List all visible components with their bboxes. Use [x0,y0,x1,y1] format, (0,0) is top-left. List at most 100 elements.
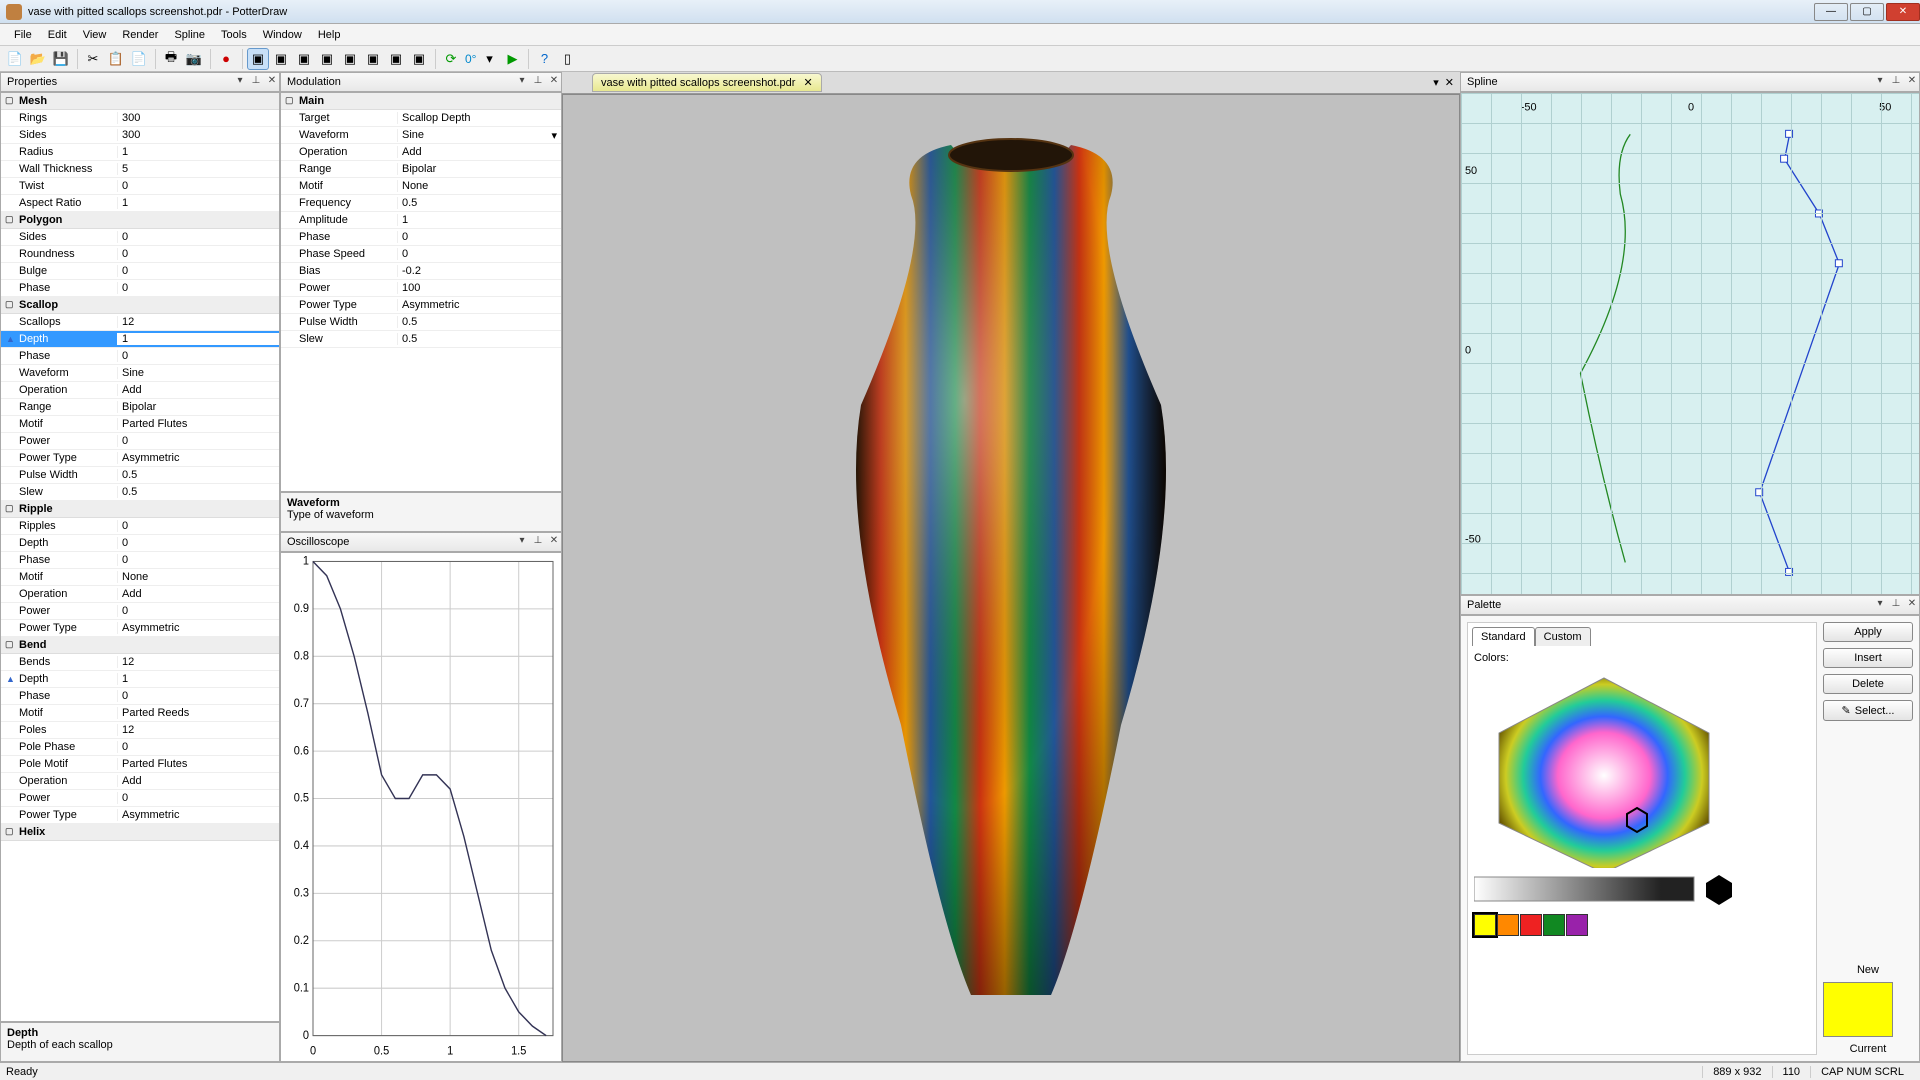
category-bend[interactable]: Bend [1,637,279,654]
menu-view[interactable]: View [75,26,115,44]
property-row[interactable]: Power0 [1,603,279,620]
menu-render[interactable]: Render [114,26,166,44]
category-mesh[interactable]: Mesh [1,93,279,110]
color-hexagon[interactable] [1474,668,1734,868]
property-row[interactable]: Phase0 [1,348,279,365]
render-viewport[interactable] [562,94,1460,1062]
property-row[interactable]: Radius1 [1,144,279,161]
palette-swatch[interactable] [1566,914,1588,936]
menu-spline[interactable]: Spline [166,26,213,44]
property-row[interactable]: Power TypeAsymmetric [1,807,279,824]
category-main[interactable]: Main [281,93,561,110]
panel-pin-icon[interactable]: ⊥ [1889,75,1903,89]
select-button[interactable]: ✎Select... [1823,700,1913,721]
panel-close-icon[interactable]: ✕ [265,75,279,89]
property-row[interactable]: Twist0 [1,178,279,195]
panel-close-icon[interactable]: ✕ [1905,598,1919,612]
menu-help[interactable]: Help [310,26,349,44]
property-row[interactable]: Bulge0 [1,263,279,280]
panel-pin-icon[interactable]: ⊥ [531,535,545,549]
minimize-button[interactable]: — [1814,3,1848,21]
property-row[interactable]: Amplitude1 [281,212,561,229]
palette-swatch[interactable] [1474,914,1496,936]
property-row[interactable]: Phase0 [281,229,561,246]
property-row[interactable]: WaveformSine ▾ [281,127,561,144]
property-row[interactable]: Power TypeAsymmetric [1,450,279,467]
spline-canvas[interactable]: -50 0 50 50 0 -50 [1460,92,1920,595]
property-row[interactable]: RangeBipolar [1,399,279,416]
menu-file[interactable]: File [6,26,40,44]
palette-swatch[interactable] [1497,914,1519,936]
category-scallop[interactable]: Scallop [1,297,279,314]
camera-icon[interactable]: 📷 [183,48,205,70]
tab-standard[interactable]: Standard [1472,627,1535,646]
cut-icon[interactable]: ✂ [82,48,104,70]
panel-dropdown-icon[interactable]: ▾ [515,75,529,89]
cube-view7-icon[interactable]: ▣ [408,48,430,70]
menu-tools[interactable]: Tools [213,26,255,44]
category-ripple[interactable]: Ripple [1,501,279,518]
modulation-grid[interactable]: MainTargetScallop DepthWaveformSine ▾Ope… [280,92,562,492]
cube-view1-icon[interactable]: ▣ [270,48,292,70]
record-icon[interactable]: ● [215,48,237,70]
cube-view5-icon[interactable]: ▣ [362,48,384,70]
property-row[interactable]: Slew0.5 [1,484,279,501]
property-row[interactable]: Aspect Ratio1 [1,195,279,212]
refresh-icon[interactable]: ⟳ [440,48,462,70]
panel-dropdown-icon[interactable]: ▾ [515,535,529,549]
palette-swatch[interactable] [1520,914,1542,936]
tabbar-dropdown-icon[interactable]: ▾ [1433,76,1439,89]
panel-pin-icon[interactable]: ⊥ [531,75,545,89]
copy-icon[interactable]: 📋 [105,48,127,70]
palette-swatch[interactable] [1543,914,1565,936]
property-row[interactable]: Power TypeAsymmetric [281,297,561,314]
panel-pin-icon[interactable]: ⊥ [1889,598,1903,612]
property-row[interactable]: MotifNone [281,178,561,195]
new-file-icon[interactable]: 📄 [4,48,26,70]
play-icon[interactable]: ▶ [501,48,523,70]
cube-view3-icon[interactable]: ▣ [316,48,338,70]
save-icon[interactable]: 💾 [50,48,72,70]
property-row[interactable]: Bends12 [1,654,279,671]
property-row[interactable]: Scallops12 [1,314,279,331]
category-polygon[interactable]: Polygon [1,212,279,229]
property-row[interactable]: Phase Speed0 [281,246,561,263]
property-row[interactable]: Pulse Width0.5 [1,467,279,484]
property-row[interactable]: Phase0 [1,280,279,297]
property-row[interactable]: Power0 [1,790,279,807]
property-row[interactable]: WaveformSine [1,365,279,382]
maximize-button[interactable]: ▢ [1850,3,1884,21]
property-row[interactable]: RangeBipolar [281,161,561,178]
tabbar-close-icon[interactable]: ✕ [1445,76,1454,89]
insert-button[interactable]: Insert [1823,648,1913,668]
property-row[interactable]: Sides300 [1,127,279,144]
property-row[interactable]: TargetScallop Depth [281,110,561,127]
properties-grid[interactable]: MeshRings300Sides300Radius1Wall Thicknes… [0,92,280,1022]
panel-close-icon[interactable]: ✕ [547,535,561,549]
open-file-icon[interactable]: 📂 [27,48,49,70]
panel-dropdown-icon[interactable]: ▾ [1873,75,1887,89]
panel-close-icon[interactable]: ✕ [1905,75,1919,89]
property-row[interactable]: MotifParted Flutes [1,416,279,433]
cube-view6-icon[interactable]: ▣ [385,48,407,70]
property-row[interactable]: Phase0 [1,688,279,705]
apply-button[interactable]: Apply [1823,622,1913,642]
rotation-dropdown-icon[interactable]: ▾ [478,48,500,70]
delete-button[interactable]: Delete [1823,674,1913,694]
property-row[interactable]: Sides0 [1,229,279,246]
property-row[interactable]: MotifNone [1,569,279,586]
paste-icon[interactable]: 📄 [128,48,150,70]
panel-pin-icon[interactable]: ⊥ [249,75,263,89]
property-row[interactable]: ▲Depth1 [1,671,279,688]
menu-edit[interactable]: Edit [40,26,75,44]
property-row[interactable]: Phase0 [1,552,279,569]
panel-close-icon[interactable]: ✕ [547,75,561,89]
document-tab[interactable]: vase with pitted scallops screenshot.pdr… [592,73,822,92]
help-icon[interactable]: ? [533,48,555,70]
grayscale-strip[interactable] [1474,871,1734,907]
property-row[interactable]: Frequency0.5 [281,195,561,212]
tab-close-icon[interactable]: ✕ [803,76,812,89]
property-row[interactable]: OperationAdd [1,773,279,790]
property-row[interactable]: Depth0 [1,535,279,552]
property-row[interactable]: Ripples0 [1,518,279,535]
